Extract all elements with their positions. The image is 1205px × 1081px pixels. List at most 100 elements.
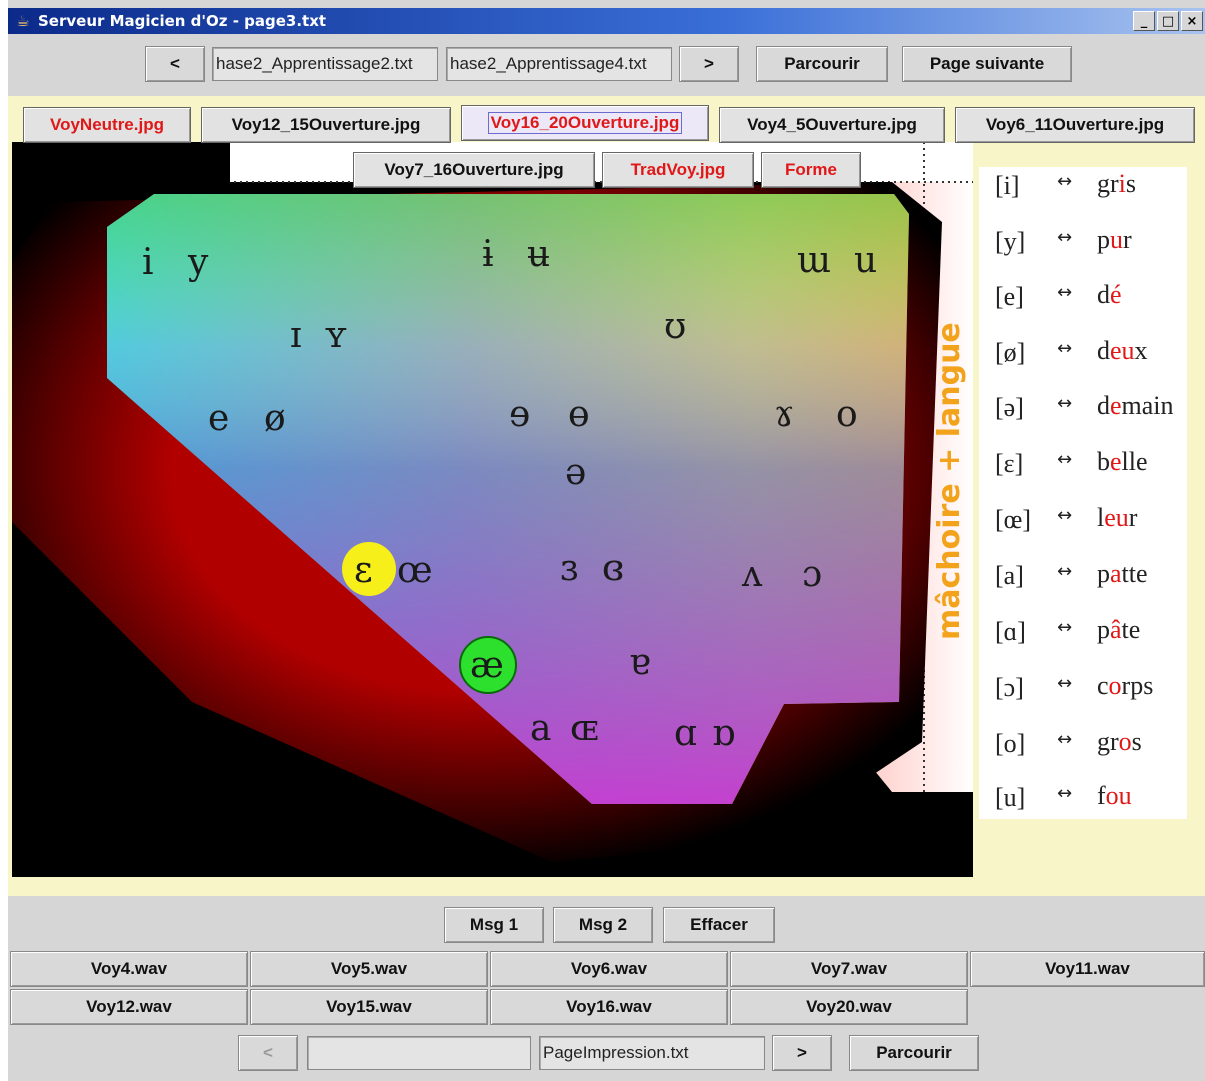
legend-symbol: [œ] bbox=[995, 505, 1032, 534]
vowel-o: o bbox=[836, 394, 858, 435]
tab-voy7-16[interactable]: Voy7_16Ouverture.jpg bbox=[353, 152, 595, 188]
legend-word: deux bbox=[1097, 336, 1148, 365]
legend-row: [a] ↔ patte bbox=[979, 557, 1187, 597]
tab-voy12-15[interactable]: Voy12_15Ouverture.jpg bbox=[201, 107, 451, 143]
sound-button-voy12[interactable]: Voy12.wav bbox=[10, 989, 248, 1025]
vowel-i: i bbox=[142, 242, 154, 283]
msg2-button[interactable]: Msg 2 bbox=[553, 907, 653, 943]
legend-row: [i] ↔ gris bbox=[979, 167, 1187, 207]
vowel-cap-oe: ɶ bbox=[570, 708, 598, 749]
app-window: ☕ Serveur Magicien d'Oz - page3.txt _ □ … bbox=[8, 0, 1205, 1081]
vowel-barred-u: ʉ bbox=[527, 234, 550, 275]
double-arrow-icon: ↔ bbox=[1057, 393, 1073, 414]
double-arrow-icon: ↔ bbox=[1057, 783, 1073, 804]
double-arrow-icon: ↔ bbox=[1057, 505, 1073, 526]
legend-symbol: [u] bbox=[995, 783, 1026, 812]
next-file-button[interactable]: > bbox=[679, 46, 739, 82]
double-arrow-icon: ↔ bbox=[1057, 338, 1073, 359]
vowel-open-o: ɔ bbox=[802, 554, 822, 595]
legend-row: [u] ↔ fou bbox=[979, 779, 1187, 819]
vowel-y: y bbox=[187, 242, 209, 283]
sound-button-voy20[interactable]: Voy20.wav bbox=[730, 989, 968, 1025]
legend-word: fou bbox=[1097, 781, 1132, 810]
tab-tradvoy[interactable]: TradVoy.jpg bbox=[602, 152, 754, 188]
legend-symbol: [e] bbox=[995, 282, 1024, 311]
legend-symbol: [a] bbox=[995, 561, 1024, 590]
next-page-button[interactable]: Page suivante bbox=[902, 46, 1072, 82]
side-axis-label: mâchoire + langue bbox=[932, 322, 967, 640]
double-arrow-icon: ↔ bbox=[1057, 561, 1073, 582]
vowel-chart-image: i y ɨ ʉ ɯ u ɪ ʏ ʊ e ø ɘ ɵ ɤ o ə ɛ œ ɜ ɞ … bbox=[12, 142, 973, 877]
title-bar[interactable]: ☕ Serveur Magicien d'Oz - page3.txt _ □ … bbox=[8, 8, 1205, 34]
legend-symbol: [o] bbox=[995, 729, 1026, 758]
next-print-button[interactable]: > bbox=[772, 1035, 832, 1071]
vowel-rev-epsilon: ɜ bbox=[560, 548, 578, 589]
prev-file-button[interactable]: < bbox=[145, 46, 205, 82]
tab-voyneutre[interactable]: VoyNeutre.jpg bbox=[23, 107, 191, 143]
file-field-left[interactable]: hase2_Apprentissage2.txt bbox=[212, 47, 438, 81]
sound-button-voy6[interactable]: Voy6.wav bbox=[490, 951, 728, 987]
vowel-small-cap-y: ʏ bbox=[324, 315, 348, 356]
double-arrow-icon: ↔ bbox=[1057, 449, 1073, 470]
java-cup-icon: ☕ bbox=[16, 12, 30, 30]
vowel-closed-rev-epsilon: ɞ bbox=[602, 548, 624, 589]
browse-print-button[interactable]: Parcourir bbox=[849, 1035, 979, 1071]
legend-symbol: [ɔ] bbox=[995, 673, 1024, 702]
tab-forme[interactable]: Forme bbox=[761, 152, 861, 188]
browse-button[interactable]: Parcourir bbox=[756, 46, 888, 82]
legend-row: [ɛ] ↔ belle bbox=[979, 445, 1187, 485]
legend-row: [y] ↔ pur bbox=[979, 223, 1187, 263]
legend-symbol: [ø] bbox=[995, 338, 1026, 367]
legend-word: dé bbox=[1097, 280, 1122, 309]
legend-row: [ɑ] ↔ pâte bbox=[979, 613, 1187, 653]
legend-row: [o] ↔ gros bbox=[979, 725, 1187, 765]
vowel-u: u bbox=[854, 240, 877, 281]
legend-symbol: [ɛ] bbox=[995, 449, 1024, 478]
msg1-button[interactable]: Msg 1 bbox=[444, 907, 544, 943]
vowel-schwa: ə bbox=[565, 452, 586, 493]
tab-voy6-11[interactable]: Voy6_11Ouverture.jpg bbox=[955, 107, 1195, 143]
vowel-legend: [i] ↔ gris [y] ↔ pur [e] ↔ dé [ø] ↔ deux [ə] ↔ dem… bbox=[979, 167, 1187, 819]
vowel-barred-i: ɨ bbox=[482, 234, 494, 275]
double-arrow-icon: ↔ bbox=[1057, 227, 1073, 248]
file-field-right[interactable]: hase2_Apprentissage4.txt bbox=[446, 47, 672, 81]
vowel-e: e bbox=[208, 398, 229, 439]
legend-word: belle bbox=[1097, 447, 1148, 476]
sound-button-voy16[interactable]: Voy16.wav bbox=[490, 989, 728, 1025]
minimize-button[interactable]: _ bbox=[1133, 11, 1155, 31]
prev-print-button[interactable]: < bbox=[238, 1035, 298, 1071]
vowel-ae: æ bbox=[470, 645, 504, 686]
vowel-upsilon: ʊ bbox=[664, 306, 686, 347]
double-arrow-icon: ↔ bbox=[1057, 171, 1073, 192]
vowel-unrounded-u: ɯ bbox=[797, 240, 831, 281]
print-file-field-right[interactable]: PageImpression.txt bbox=[539, 1036, 765, 1070]
vowel-chart-svg: i y ɨ ʉ ɯ u ɪ ʏ ʊ e ø ɘ ɵ ɤ o ə ɛ œ ɜ ɞ … bbox=[12, 142, 973, 877]
sound-button-voy11[interactable]: Voy11.wav bbox=[970, 951, 1205, 987]
vowel-oe: œ bbox=[397, 550, 433, 591]
double-arrow-icon: ↔ bbox=[1057, 673, 1073, 694]
vowel-turned-script-a: ɒ bbox=[712, 713, 735, 754]
sound-button-voy7[interactable]: Voy7.wav bbox=[730, 951, 968, 987]
legend-row: [œ] ↔ leur bbox=[979, 501, 1187, 541]
vowel-o-slash: ø bbox=[264, 398, 286, 439]
legend-word: patte bbox=[1097, 559, 1148, 588]
legend-symbol: [ɑ] bbox=[995, 617, 1026, 646]
vowel-barred-o: ɵ bbox=[568, 394, 590, 435]
clear-button[interactable]: Effacer bbox=[663, 907, 775, 943]
legend-row: [ə] ↔ demain bbox=[979, 389, 1187, 429]
sound-button-voy4[interactable]: Voy4.wav bbox=[10, 951, 248, 987]
sound-button-voy5[interactable]: Voy5.wav bbox=[250, 951, 488, 987]
content-panel: i y ɨ ʉ ɯ u ɪ ʏ ʊ e ø ɘ ɵ ɤ o ə ɛ œ ɜ ɞ … bbox=[8, 96, 1205, 896]
vowel-caret: ʌ bbox=[741, 554, 763, 595]
print-file-field-left[interactable] bbox=[307, 1036, 531, 1070]
tab-voy16-20[interactable]: Voy16_20Ouverture.jpg bbox=[461, 105, 709, 141]
close-button[interactable]: × bbox=[1181, 11, 1203, 31]
maximize-button[interactable]: □ bbox=[1157, 11, 1179, 31]
sound-button-voy15[interactable]: Voy15.wav bbox=[250, 989, 488, 1025]
legend-row: [e] ↔ dé bbox=[979, 278, 1187, 318]
legend-word: leur bbox=[1097, 503, 1138, 532]
vowel-turned-a: ɐ bbox=[629, 642, 650, 683]
legend-word: demain bbox=[1097, 391, 1174, 420]
vowel-rams-horn: ɤ bbox=[774, 394, 794, 435]
tab-voy4-5[interactable]: Voy4_5Ouverture.jpg bbox=[719, 107, 945, 143]
